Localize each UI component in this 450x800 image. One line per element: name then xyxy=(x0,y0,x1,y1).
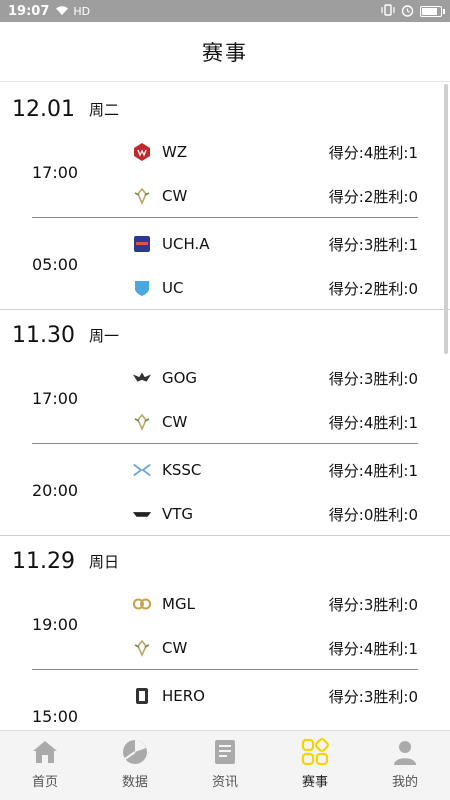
day-weekday: 周二 xyxy=(88,101,119,119)
team-score: 得分:0胜利:0 xyxy=(328,505,418,524)
team-score: 得分:4胜利:1 xyxy=(328,461,418,480)
team-score: 得分:2胜利:0 xyxy=(328,187,418,206)
day-header: 11.29 周日 xyxy=(0,536,450,578)
day-header: 11.30 周一 xyxy=(0,310,450,352)
wifi-icon xyxy=(55,5,69,18)
match-divider xyxy=(0,309,450,310)
day-weekday: 周一 xyxy=(88,327,119,345)
team-row[interactable]: VTG 得分:0胜利:0 xyxy=(132,500,418,528)
cw-logo-icon xyxy=(132,412,152,432)
team-score: 得分:4胜利:1 xyxy=(328,413,418,432)
match-divider xyxy=(0,535,450,536)
team-name: CW xyxy=(162,187,188,205)
team-name: KSSC xyxy=(162,461,202,479)
team-name: WZ xyxy=(162,143,188,161)
team-name: UCH.A xyxy=(162,235,210,253)
home-icon xyxy=(30,737,60,767)
team-score: 得分:2胜利:0 xyxy=(328,279,418,298)
team-name: CW xyxy=(162,413,188,431)
tab-events[interactable]: 赛事 xyxy=(270,731,360,800)
team-row[interactable]: UC 得分:2胜利:0 xyxy=(132,274,418,302)
team-row[interactable]: KSSC 得分:4胜利:1 xyxy=(132,456,418,484)
team-score: 得分:4胜利:1 xyxy=(328,143,418,162)
match-card[interactable]: 19:00 MGL 得分:3胜利:0 CW 得分:4胜利:1 xyxy=(0,578,450,670)
match-time: 15:00 xyxy=(32,706,79,726)
uc-logo-icon xyxy=(132,278,152,298)
team-score: 得分:3胜利:0 xyxy=(328,369,418,388)
team-row[interactable]: CW 得分:4胜利:1 xyxy=(132,634,418,662)
match-card[interactable]: 17:00 GOG 得分:3胜利:0 CW 得分:4胜利:1 xyxy=(0,352,450,444)
team-row[interactable]: MGL 得分:3胜利:0 xyxy=(132,590,418,618)
match-list[interactable]: 12.01 周二 17:00 WZ 得分:4胜利:1 CW 得分:2胜利:0 05:00 UCH… xyxy=(0,84,450,730)
pie-chart-icon xyxy=(120,737,150,767)
team-row[interactable]: UCH.A 得分:3胜利:1 xyxy=(132,230,418,258)
match-time: 05:00 xyxy=(32,254,79,274)
profile-icon xyxy=(390,737,420,767)
day-date: 12.01 xyxy=(12,97,75,122)
team-name: VTG xyxy=(162,505,194,523)
news-icon xyxy=(210,737,240,767)
cw-logo-icon xyxy=(132,186,152,206)
team-score: 得分:4胜利:1 xyxy=(328,639,418,658)
match-time: 17:00 xyxy=(32,388,79,408)
team-row[interactable]: CW 得分:4胜利:1 xyxy=(132,408,418,436)
vtg-logo-icon xyxy=(132,504,152,524)
day-weekday: 周日 xyxy=(88,553,119,571)
kssc-logo-icon xyxy=(132,460,152,480)
day-date: 11.29 xyxy=(12,549,75,574)
team-row[interactable]: WZ 得分:4胜利:1 xyxy=(132,138,418,166)
team-row[interactable]: GOG 得分:3胜利:0 xyxy=(132,364,418,392)
tab-profile[interactable]: 我的 xyxy=(360,731,450,800)
match-card[interactable]: 05:00 UCH.A 得分:3胜利:1 UC 得分:2胜利:0 xyxy=(0,218,450,310)
match-time: 19:00 xyxy=(32,614,79,634)
status-bar: 19:07 HD xyxy=(0,0,450,22)
day-header: 12.01 周二 xyxy=(0,84,450,126)
vibrate-icon xyxy=(381,4,395,18)
team-name: MGL xyxy=(162,595,195,613)
tab-label: 资讯 xyxy=(211,775,238,790)
mgl-logo-icon xyxy=(132,594,152,614)
gog-logo-icon xyxy=(132,368,152,388)
team-name: CW xyxy=(162,639,188,657)
team-name: HERO xyxy=(162,687,205,705)
match-time: 20:00 xyxy=(32,480,79,500)
match-time: 17:00 xyxy=(32,162,79,182)
page-header: 赛事 xyxy=(0,22,450,82)
tab-news[interactable]: 资讯 xyxy=(180,731,270,800)
tab-data[interactable]: 数据 xyxy=(90,731,180,800)
day-date: 11.30 xyxy=(12,323,75,348)
team-name: GOG xyxy=(162,369,198,387)
team-row[interactable]: HERO 得分:3胜利:0 xyxy=(132,682,418,710)
bottom-tab-bar: 首页 数据 资讯 赛事 我的 xyxy=(0,730,450,800)
wz-logo-icon xyxy=(132,142,152,162)
tab-label: 数据 xyxy=(121,775,148,790)
team-score: 得分:3胜利:1 xyxy=(328,235,418,254)
team-name: UC xyxy=(162,279,184,297)
status-time: 19:07 xyxy=(8,3,50,19)
tab-label: 赛事 xyxy=(301,775,328,790)
alarm-icon xyxy=(401,4,414,19)
hd-network-badge: HD xyxy=(73,4,91,18)
ucha-logo-icon xyxy=(132,234,152,254)
tab-label: 首页 xyxy=(31,775,58,790)
match-card[interactable]: 20:00 KSSC 得分:4胜利:1 VTG 得分:0胜利:0 xyxy=(0,444,450,536)
hero-logo-icon xyxy=(132,686,152,706)
tab-home[interactable]: 首页 xyxy=(0,731,90,800)
events-grid-icon xyxy=(300,737,330,767)
team-score: 得分:3胜利:0 xyxy=(328,595,418,614)
match-card[interactable]: 17:00 WZ 得分:4胜利:1 CW 得分:2胜利:0 xyxy=(0,126,450,218)
page-title: 赛事 xyxy=(202,40,248,65)
battery-icon xyxy=(420,5,445,17)
team-row[interactable]: CW 得分:2胜利:0 xyxy=(132,182,418,210)
match-card[interactable]: 15:00HERO得分:3胜利:0LGD得分:4胜利:1 xyxy=(0,670,450,730)
tab-label: 我的 xyxy=(391,775,418,790)
team-score: 得分:3胜利:0 xyxy=(328,687,418,706)
cw-logo-icon xyxy=(132,638,152,658)
